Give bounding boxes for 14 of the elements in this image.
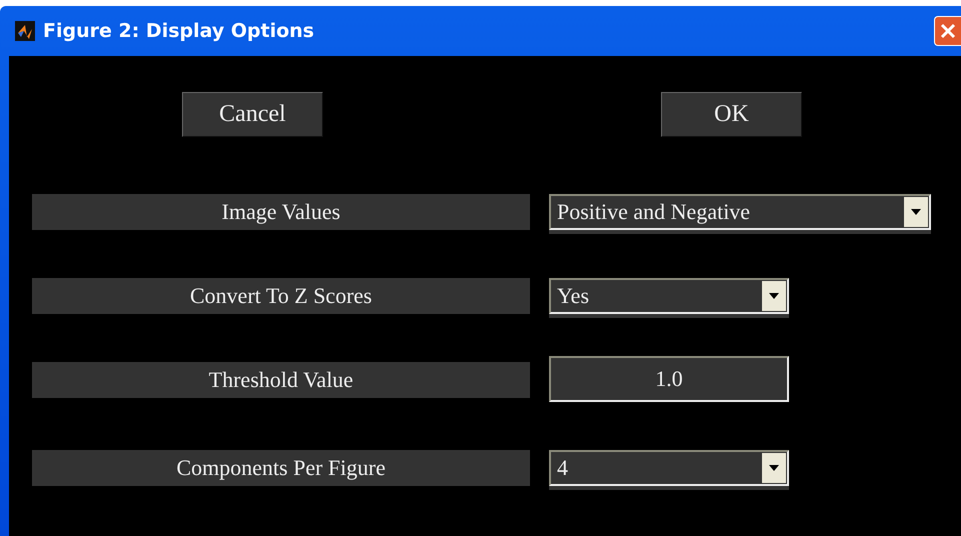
app-icon	[15, 21, 35, 41]
caret-icon	[769, 293, 779, 299]
dialog-button[interactable]: Cancel	[182, 92, 323, 137]
option-label: Components Per Figure	[32, 450, 530, 486]
option-label: Threshold Value	[32, 362, 530, 398]
window-title: Figure 2: Display Options	[43, 20, 316, 42]
caret-icon	[911, 209, 921, 215]
option-label: Image Values	[32, 194, 530, 230]
caret-icon	[769, 465, 779, 471]
option-label: Convert To Z Scores	[32, 278, 530, 314]
dialog-button[interactable]: OK	[661, 92, 802, 137]
input-field[interactable]: 1.0	[549, 356, 789, 402]
close-button[interactable]	[934, 16, 961, 46]
close-icon	[940, 23, 956, 39]
